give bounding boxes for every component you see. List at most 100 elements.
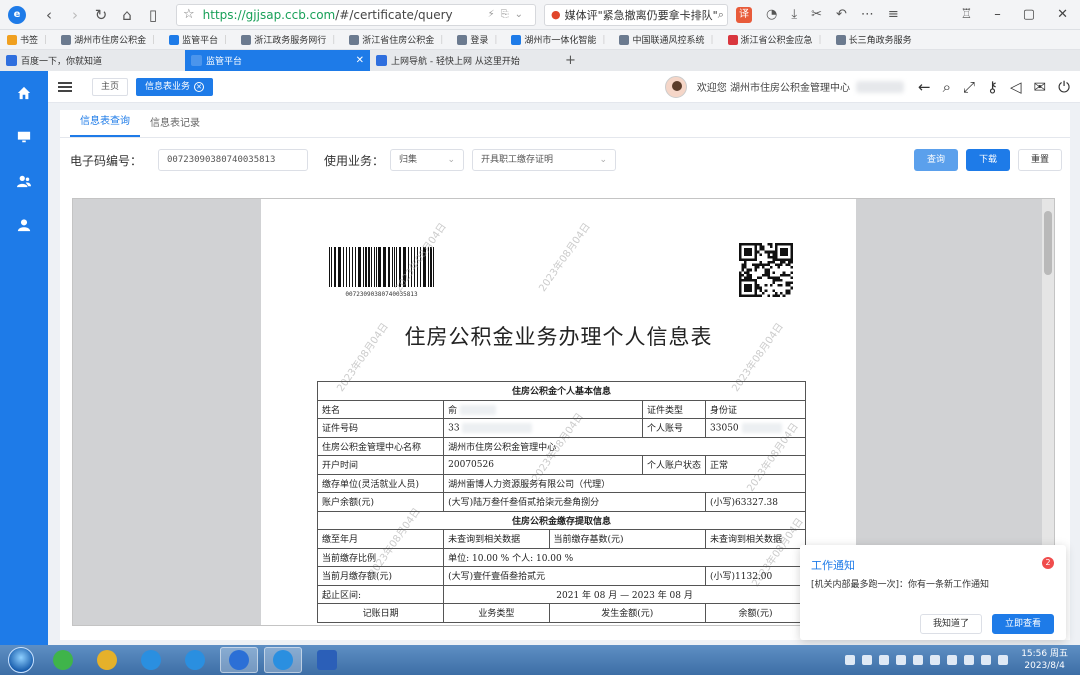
taskbar-app[interactable] [264, 647, 302, 673]
biz-select[interactable]: 归集 ⌄ [390, 149, 465, 171]
bookmark-item[interactable]: 湖州市一体化智能 | [504, 30, 612, 49]
tray-icon[interactable] [964, 655, 975, 665]
download-button[interactable]: 下载 [965, 149, 1010, 171]
bookmark-label: 浙江省公积金应急 [740, 36, 813, 46]
search-icon[interactable]: ⌕ [718, 8, 724, 22]
redacted-account [741, 422, 782, 433]
refresh-circle-icon[interactable]: ◔ [766, 7, 777, 22]
bookmark-item[interactable]: 浙江政务服务网行 | [234, 30, 342, 49]
tray-icon[interactable] [845, 655, 856, 665]
mail-icon[interactable]: ✉ [1034, 78, 1047, 96]
start-button[interactable] [8, 647, 34, 673]
minimize-icon[interactable]: – [994, 7, 1001, 22]
back-arrow-icon[interactable]: ← [918, 78, 931, 96]
base-label: 当前缴存基数(元) [548, 529, 707, 549]
url-action-icons[interactable]: ⚡⎘⌄ [488, 9, 529, 20]
taskbar-app[interactable] [176, 647, 214, 673]
bookmark-item[interactable]: 湖州市住房公积金 | [54, 30, 162, 49]
tab-info-business[interactable]: 信息表业务 ✕ [136, 77, 214, 96]
back-icon[interactable]: ‹ [36, 6, 62, 24]
undo-icon[interactable]: ↶ [836, 7, 847, 22]
acknowledge-button[interactable]: 我知道了 [919, 614, 982, 634]
bookmark-item[interactable]: 监管平台 | [162, 30, 234, 49]
tab-home[interactable]: 主页 [92, 77, 129, 96]
skin-icon[interactable]: ♖ [961, 7, 973, 22]
url-bar[interactable]: ☆ https://gjjsap.ccb.com/#/certificate/q… [176, 3, 536, 26]
home-icon [17, 86, 31, 100]
info-table: 住房公积金个人基本信息 姓名 俞 证件类型 身份证 证件号码 33 个人账号 3… [316, 381, 806, 623]
purpose-select[interactable]: 开具职工缴存证明 ⌄ [472, 149, 617, 171]
tab-info-records[interactable]: 信息表记录 [140, 114, 210, 137]
system-tray: 15:56 周五 2023/8/4 [845, 648, 1072, 672]
tray-icon[interactable] [947, 655, 958, 665]
document-page: 00723090380740035813 住房公积金业务办理个人信息表 2023… [261, 199, 856, 625]
avatar[interactable] [664, 75, 687, 98]
hamburger-icon[interactable] [58, 80, 72, 94]
tray-icon[interactable] [896, 655, 907, 665]
close-tab-icon[interactable]: ✕ [194, 81, 205, 92]
search-icon[interactable]: ⌕ [943, 78, 951, 96]
bookmark-label: 浙江政务服务网行 [254, 36, 327, 46]
tray-icon[interactable] [879, 655, 890, 665]
extension-icon[interactable]: 译 [736, 6, 752, 23]
browser-tab[interactable]: 百度一下，你就知道 [0, 50, 185, 71]
taskbar-app[interactable] [44, 647, 82, 673]
browser-logo-icon[interactable]: e [8, 5, 26, 24]
bookmark-label: 湖州市一体化智能 [524, 36, 597, 46]
fullscreen-icon[interactable]: ⤢ [963, 78, 975, 96]
sidebar-home[interactable] [0, 71, 48, 115]
menu-icon[interactable]: ≡ [888, 7, 899, 22]
browser-search-input[interactable]: ● 媒体评"紧急撤离仍要拿卡排队" ⌕ [544, 3, 728, 26]
open-date-label: 开户时间 [316, 455, 445, 475]
code-input[interactable]: 00723090380740035813 [158, 149, 309, 171]
bookmark-icon [241, 34, 252, 45]
taskbar-app[interactable] [132, 647, 170, 673]
close-icon[interactable]: ✕ [1057, 7, 1068, 22]
tab-close-icon[interactable]: ✕ [356, 55, 364, 66]
sidebar-users[interactable] [0, 159, 48, 203]
id-type-value: 身份证 [705, 399, 806, 419]
app-sidebar [0, 71, 48, 645]
clock[interactable]: 15:56 周五 2023/8/4 [1021, 648, 1068, 672]
bookmark-star-icon[interactable]: ☆ [183, 7, 195, 22]
shield-icon [273, 650, 293, 670]
browser-tab[interactable]: 上网导航 - 轻快上网 从这里开始 [370, 50, 555, 71]
speaker-icon[interactable]: ◁ [1010, 78, 1022, 96]
sidebar-user[interactable] [0, 203, 48, 247]
bookmark-item[interactable]: 登录 | [450, 30, 504, 49]
tab-info-query[interactable]: 信息表查询 [70, 112, 140, 137]
download-icon[interactable]: ⤓ [791, 7, 797, 22]
key-icon[interactable]: ⚷ [987, 78, 998, 96]
bookmark-item[interactable]: 浙江省公积金应急 | [721, 30, 829, 49]
new-tab-icon[interactable]: + [555, 50, 586, 71]
ratio-label: 当前缴存比例 [316, 547, 445, 567]
purpose-select-value: 开具职工缴存证明 [481, 155, 554, 165]
reload-icon[interactable]: ↻ [88, 6, 114, 24]
tray-icon[interactable] [930, 655, 941, 665]
scissors-icon[interactable]: ✂ [811, 7, 822, 22]
browser-tab[interactable]: 监管平台 ✕ [185, 50, 370, 71]
bookmark-item[interactable]: 浙江省住房公积金 | [342, 30, 450, 49]
taskbar-app[interactable] [220, 647, 258, 673]
reader-icon[interactable]: ▯ [140, 6, 166, 24]
more-icon[interactable]: ⋯ [861, 7, 874, 22]
bookmark-label: 浙江省住房公积金 [362, 36, 435, 46]
query-button[interactable]: 查询 [913, 149, 958, 171]
taskbar-app[interactable] [308, 647, 346, 673]
tray-icon[interactable] [998, 655, 1009, 665]
viewer-scrollbar-thumb[interactable] [1044, 211, 1052, 275]
home-icon[interactable]: ⌂ [114, 6, 140, 24]
taskbar-app[interactable] [88, 647, 126, 673]
bookmark-item[interactable]: 书签 | [0, 30, 54, 49]
sidebar-monitor[interactable] [0, 115, 48, 159]
bookmark-item[interactable]: 中国联通风控系统 | [612, 30, 720, 49]
tray-icon[interactable] [913, 655, 924, 665]
tray-icon[interactable] [862, 655, 873, 665]
tray-icon[interactable] [981, 655, 992, 665]
power-icon[interactable]: ⏻ [1058, 78, 1070, 96]
bookmark-item[interactable]: 长三角政务服务 [829, 30, 919, 49]
reset-button[interactable]: 重置 [1017, 149, 1062, 171]
view-now-button[interactable]: 立即查看 [991, 614, 1054, 634]
maximize-icon[interactable]: ▢ [1023, 7, 1035, 22]
forward-icon[interactable]: › [62, 6, 88, 24]
